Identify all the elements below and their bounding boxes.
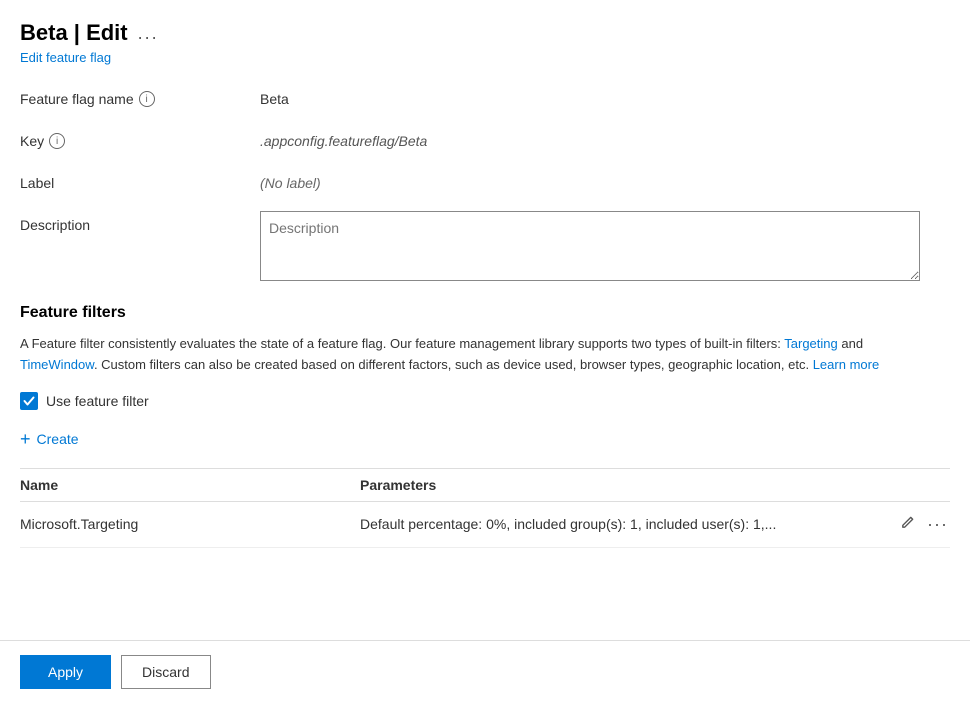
more-dots-icon: ··· [927,514,948,534]
label-label: Label [20,169,260,191]
learn-more-link[interactable]: Learn more [813,357,879,372]
label-value: (No label) [260,169,950,191]
column-params-header: Parameters [360,477,950,493]
use-feature-filter-label: Use feature filter [46,393,149,409]
filters-table: Name Parameters Microsoft.Targeting Defa… [20,469,950,548]
plus-icon: + [20,430,31,448]
table-header: Name Parameters [20,469,950,502]
description-input[interactable] [260,211,920,281]
feature-filters-description: A Feature filter consistently evaluates … [20,334,940,376]
create-label: Create [37,431,79,447]
filter-params-cell: Default percentage: 0%, included group(s… [360,512,950,537]
ellipsis-menu-button[interactable]: ... [138,23,159,44]
feature-flag-name-info-icon[interactable]: i [139,91,155,107]
discard-button[interactable]: Discard [121,655,210,689]
feature-flag-name-label: Feature flag name i [20,85,260,107]
more-options-button[interactable]: ··· [925,512,950,537]
checkmark-icon [23,395,35,407]
filter-name-cell: Microsoft.Targeting [20,516,360,532]
edit-filter-button[interactable] [898,513,917,536]
edit-icon [900,515,915,530]
feature-flag-name-value: Beta [260,85,950,107]
key-value: .appconfig.featureflag/Beta [260,127,950,149]
apply-button[interactable]: Apply [20,655,111,689]
key-label: Key i [20,127,260,149]
footer-bar: Apply Discard [0,640,970,703]
create-filter-button[interactable]: + Create [20,426,79,452]
label-row: Label (No label) [20,169,950,191]
description-row: Description [20,211,950,284]
filter-params-text: Default percentage: 0%, included group(s… [360,516,888,532]
use-feature-filter-checkbox[interactable] [20,392,38,410]
column-name-header: Name [20,477,360,493]
page-subtitle: Edit feature flag [20,50,950,65]
description-label: Description [20,211,260,233]
key-row: Key i .appconfig.featureflag/Beta [20,127,950,149]
feature-filters-section: Feature filters A Feature filter consist… [20,304,950,548]
page-title: Beta | Edit [20,20,128,46]
filter-action-icons: ··· [898,512,950,537]
table-row: Microsoft.Targeting Default percentage: … [20,502,950,548]
use-feature-filter-row: Use feature filter [20,392,950,410]
feature-filters-title: Feature filters [20,304,950,322]
key-info-icon[interactable]: i [49,133,65,149]
feature-flag-name-row: Feature flag name i Beta [20,85,950,107]
